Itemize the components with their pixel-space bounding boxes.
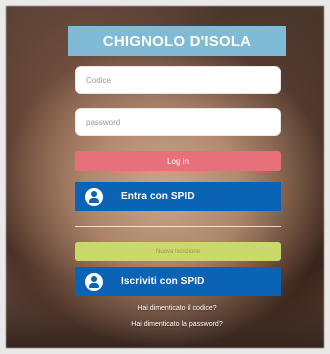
forgot-code-link[interactable]: Hai dimenticato il codice?: [68, 305, 286, 312]
user-circle-icon: [85, 272, 103, 291]
user-circle-icon: [85, 187, 103, 206]
login-button-label: Log in: [167, 156, 189, 166]
password-input[interactable]: [75, 108, 281, 136]
page-title: CHIGNOLO D'ISOLA: [102, 32, 252, 50]
title-bar: CHIGNOLO D'ISOLA: [68, 26, 286, 56]
spid-register-label: Iscriviti con SPID: [121, 276, 205, 287]
spid-register-button[interactable]: Iscriviti con SPID: [75, 267, 281, 296]
login-card: CHIGNOLO D'ISOLA Log in Entra con SPID N…: [68, 26, 286, 338]
register-button-label: Nuova iscrizione: [155, 248, 201, 255]
spid-login-label: Entra con SPID: [121, 191, 195, 202]
login-button[interactable]: Log in: [75, 151, 281, 171]
spid-login-button[interactable]: Entra con SPID: [75, 182, 281, 211]
divider: [75, 226, 281, 227]
forgot-password-link[interactable]: Hai dimenticato la password?: [68, 321, 286, 328]
login-screen: CHIGNOLO D'ISOLA Log in Entra con SPID N…: [0, 0, 330, 354]
register-button[interactable]: Nuova iscrizione: [75, 242, 281, 261]
code-input[interactable]: [75, 66, 281, 94]
